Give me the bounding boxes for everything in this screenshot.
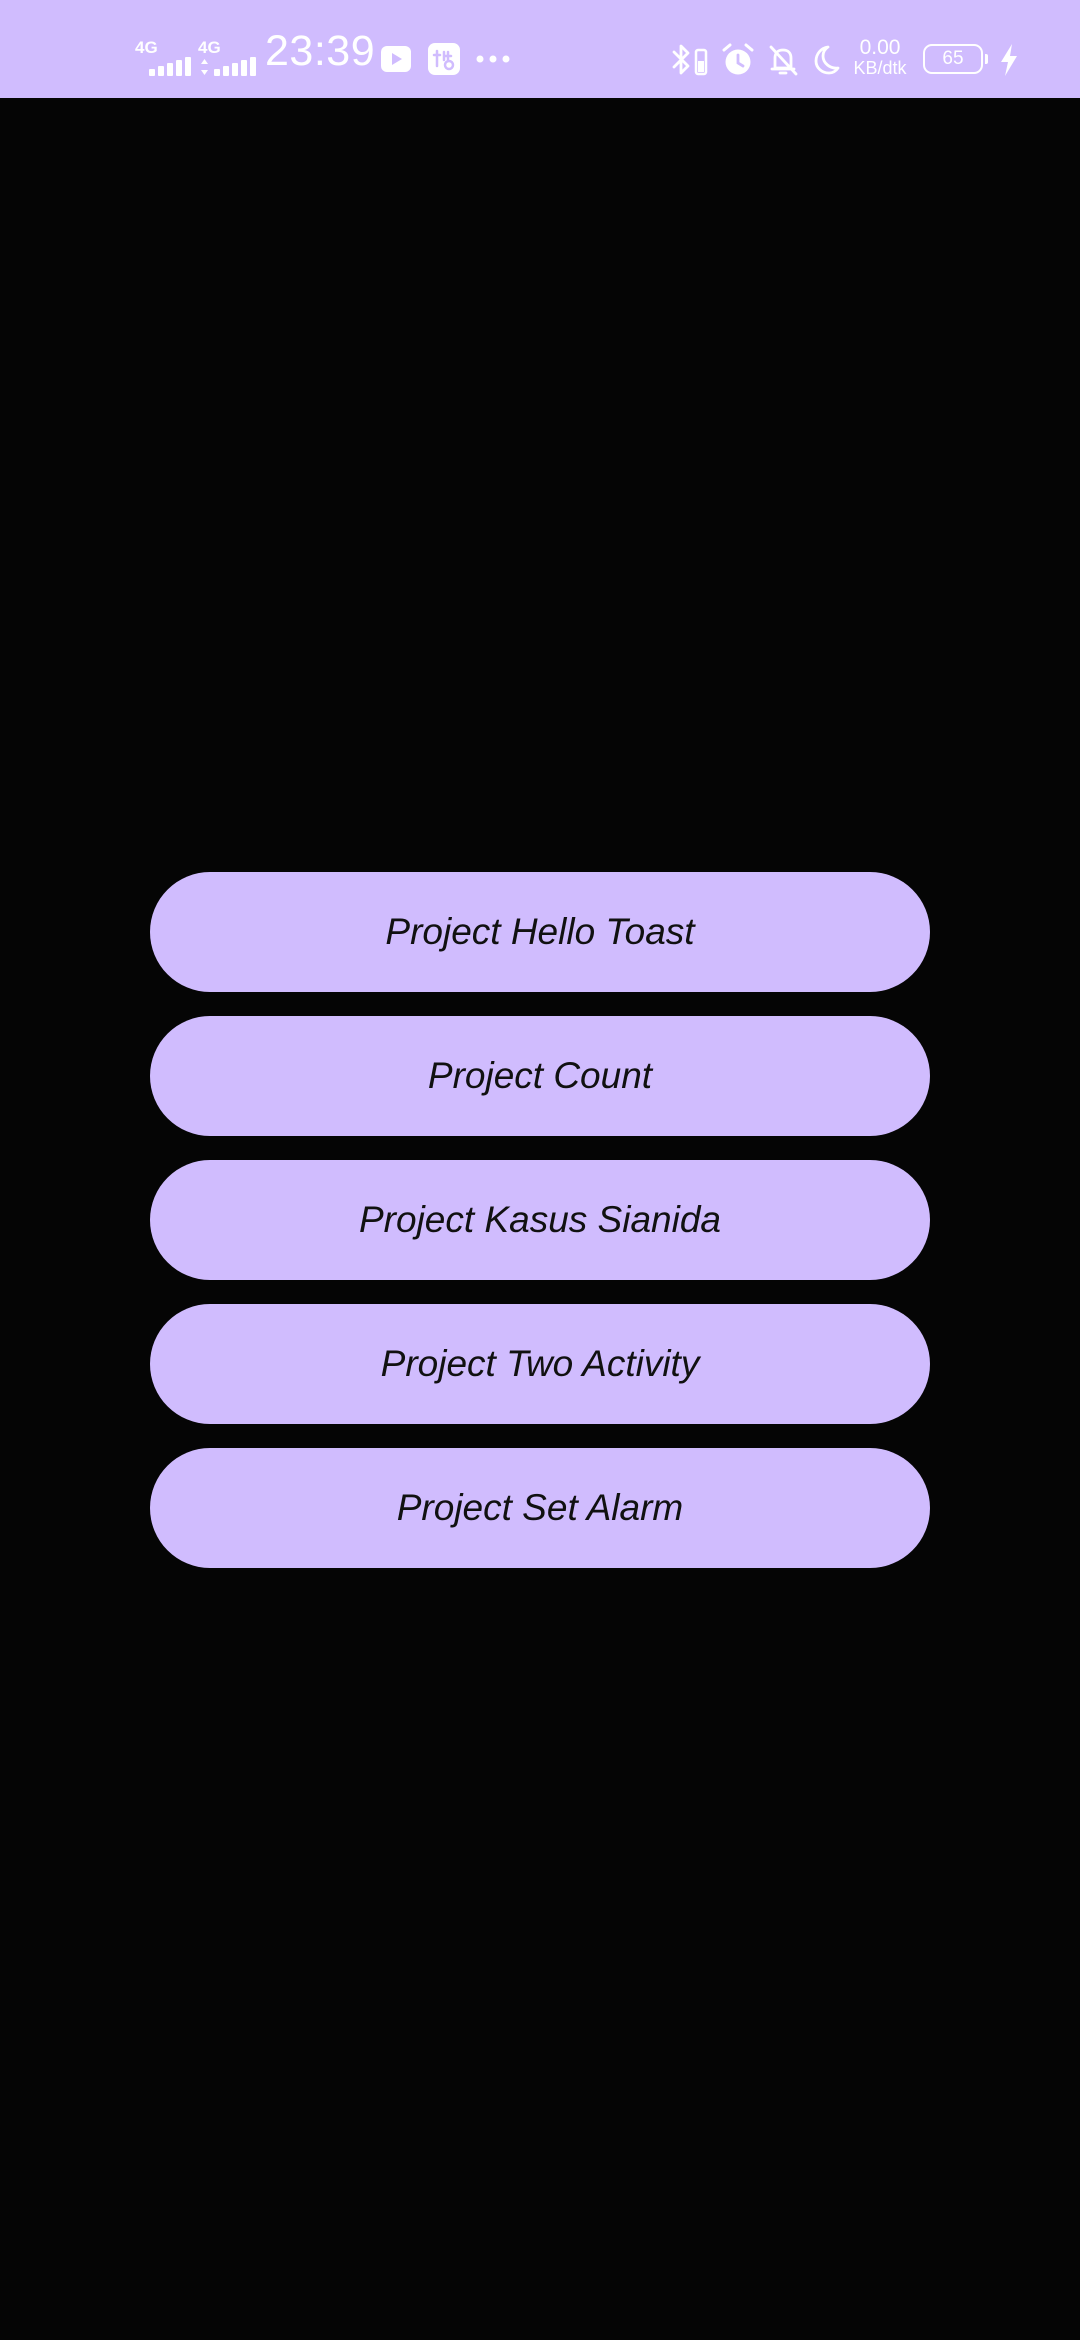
signal-sim1-icon: 4G xyxy=(135,38,191,76)
bluetooth-icon xyxy=(668,42,710,78)
signal-sim2-icon: 4G xyxy=(198,38,256,76)
project-kasus-sianida-button[interactable]: Project Kasus Sianida xyxy=(150,1160,930,1280)
network-speed-unit: KB/dtk xyxy=(853,58,907,78)
do-not-disturb-icon xyxy=(808,42,842,78)
network-speed-value: 0.00 xyxy=(859,36,901,59)
project-set-alarm-button[interactable]: Project Set Alarm xyxy=(150,1448,930,1568)
more-icon xyxy=(475,52,511,66)
status-time: 23:39 xyxy=(265,27,376,75)
battery-icon: 65 xyxy=(923,44,988,74)
network-type-sim2: 4G xyxy=(198,38,221,57)
network-type-sim1: 4G xyxy=(135,38,158,57)
battery-level: 65 xyxy=(942,48,964,69)
project-count-button[interactable]: Project Count xyxy=(150,1016,930,1136)
charging-icon xyxy=(996,42,1022,78)
project-menu: Project Hello Toast Project Count Projec… xyxy=(150,872,930,1592)
project-two-activity-button[interactable]: Project Two Activity xyxy=(150,1304,930,1424)
alarm-icon xyxy=(720,42,756,78)
notifications-off-icon xyxy=(765,42,801,78)
status-bar: 4G 4G 23:39 0.00 KB/dtk 65 xyxy=(0,0,1080,98)
video-play-icon xyxy=(380,45,412,73)
app-notification-icon xyxy=(427,42,461,76)
project-hello-toast-button[interactable]: Project Hello Toast xyxy=(150,872,930,992)
network-speed: 0.00 KB/dtk xyxy=(847,37,913,77)
